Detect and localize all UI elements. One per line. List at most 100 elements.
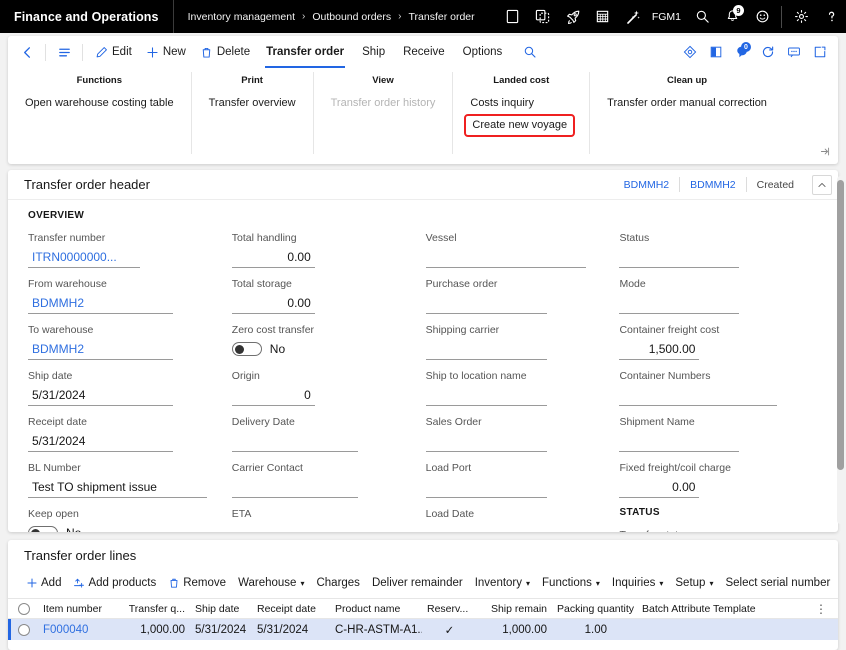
mode-input[interactable]: [619, 292, 739, 314]
ribbon-group-functions-title: Functions: [22, 72, 177, 93]
column-header-transfer-quantity[interactable]: Transfer q...: [120, 603, 190, 615]
column-options-icon[interactable]: ⋮: [815, 602, 838, 616]
sales-order-input[interactable]: [426, 430, 547, 452]
meta-to-warehouse[interactable]: BDMMH2: [680, 179, 746, 191]
open-in-new-window-icon[interactable]: [703, 39, 728, 65]
breadcrumb-item-transfer-order[interactable]: Transfer order: [409, 11, 475, 23]
inquiries-menu-button[interactable]: Inquiries ▾: [606, 571, 669, 595]
hamburger-menu-icon[interactable]: [51, 39, 77, 65]
pin-ribbon-icon[interactable]: [820, 146, 831, 160]
deliver-remainder-button[interactable]: Deliver remainder: [366, 571, 469, 595]
copy-window-icon[interactable]: [528, 0, 558, 33]
new-button[interactable]: New: [139, 39, 193, 65]
search-icon[interactable]: [517, 39, 543, 65]
select-all-checkbox[interactable]: [18, 603, 30, 615]
total-handling-input[interactable]: 0.00: [232, 246, 315, 268]
from-warehouse-input[interactable]: BDMMH2: [28, 292, 173, 314]
popout-icon[interactable]: [807, 39, 832, 65]
ribbon-group-print: Print Transfer overview: [191, 72, 313, 154]
zero-cost-transfer-toggle[interactable]: No: [232, 338, 406, 360]
chevron-up-icon[interactable]: [812, 175, 832, 195]
ribbon-item-transfer-overview[interactable]: Transfer overview: [206, 93, 299, 114]
rocket-icon[interactable]: [558, 0, 588, 33]
tab-ship[interactable]: Ship: [353, 36, 394, 68]
add-button[interactable]: Add: [20, 571, 67, 595]
search-icon[interactable]: [687, 0, 717, 33]
to-warehouse-input[interactable]: BDMMH2: [28, 338, 173, 360]
functions-menu-button[interactable]: Functions ▾: [536, 571, 606, 595]
settings-gear-icon[interactable]: [786, 0, 816, 33]
origin-input[interactable]: 0: [232, 384, 315, 406]
status-input[interactable]: [619, 246, 739, 268]
transfer-number-input[interactable]: ITRN0000000...: [28, 246, 140, 268]
ship-to-location-name-input[interactable]: [426, 384, 547, 406]
tab-transfer-order[interactable]: Transfer order: [257, 36, 353, 68]
field-from-warehouse-label: From warehouse: [28, 277, 212, 292]
shipment-name-input[interactable]: [619, 430, 739, 452]
vessel-input[interactable]: [426, 246, 586, 268]
column-header-reserved[interactable]: Reserv...: [422, 603, 477, 615]
column-header-packing-quantity[interactable]: Packing quantity: [552, 603, 637, 615]
tab-options[interactable]: Options: [454, 36, 512, 68]
column-header-ship-remain[interactable]: Ship remain: [477, 603, 552, 615]
attachments-icon[interactable]: 0: [729, 39, 754, 65]
column-header-product-name[interactable]: Product name: [330, 603, 422, 615]
ship-date-input[interactable]: 5/31/2024: [28, 384, 173, 406]
tablet-icon[interactable]: [498, 0, 528, 33]
container-numbers-input[interactable]: [619, 384, 777, 406]
fixed-freight-coil-charge-input[interactable]: 0.00: [619, 476, 699, 498]
purchase-order-input[interactable]: [426, 292, 547, 314]
field-shipping-carrier-label: Shipping carrier: [426, 323, 600, 338]
select-serial-number-button[interactable]: Select serial number: [719, 571, 836, 595]
magic-wand-icon[interactable]: [618, 0, 648, 33]
warehouse-menu-button[interactable]: Warehouse ▾: [232, 571, 310, 595]
notification-bell-icon[interactable]: 9: [717, 0, 747, 33]
refresh-icon[interactable]: [755, 39, 780, 65]
toggle-switch[interactable]: [28, 526, 58, 532]
column-header-batch-attribute-template[interactable]: Batch Attribute Template: [637, 603, 797, 615]
calculator-icon[interactable]: [588, 0, 618, 33]
attachment-count-badge: 0: [741, 42, 751, 52]
delivery-date-input[interactable]: [232, 430, 358, 452]
meta-from-warehouse[interactable]: BDMMH2: [614, 179, 680, 191]
total-storage-input[interactable]: 0.00: [232, 292, 315, 314]
section-title-overview: OVERVIEW: [28, 210, 212, 225]
column-header-ship-date[interactable]: Ship date: [190, 603, 252, 615]
load-port-input[interactable]: [426, 476, 547, 498]
tab-receive[interactable]: Receive: [394, 36, 454, 68]
carrier-contact-input[interactable]: [232, 476, 358, 498]
column-header-receipt-date[interactable]: Receipt date: [252, 603, 330, 615]
ribbon-item-transfer-order-manual-correction[interactable]: Transfer order manual correction: [604, 93, 770, 114]
user-name-label[interactable]: FGM1: [648, 11, 687, 23]
keep-open-toggle[interactable]: No: [28, 522, 212, 532]
breadcrumb-item-outbound-orders[interactable]: Outbound orders: [312, 11, 391, 23]
bl-number-input[interactable]: Test TO shipment issue: [28, 476, 207, 498]
ribbon-item-costs-inquiry[interactable]: Costs inquiry: [467, 93, 575, 114]
ribbon-item-create-new-voyage[interactable]: Create new voyage: [464, 114, 575, 137]
share-icon[interactable]: [677, 39, 702, 65]
inventory-menu-button[interactable]: Inventory ▾: [469, 571, 536, 595]
add-products-button[interactable]: Add products: [67, 571, 162, 595]
edit-button[interactable]: Edit: [88, 39, 139, 65]
table-row[interactable]: F000040 1,000.00 5/31/2024 5/31/2024 C-H…: [8, 619, 838, 640]
feedback-smiley-icon[interactable]: [747, 0, 777, 33]
chat-icon[interactable]: [781, 39, 806, 65]
ribbon-item-open-warehouse-costing-table[interactable]: Open warehouse costing table: [22, 93, 177, 114]
help-question-icon[interactable]: [816, 0, 846, 33]
remove-button[interactable]: Remove: [162, 571, 232, 595]
receipt-date-input[interactable]: 5/31/2024: [28, 430, 173, 452]
load-date-input[interactable]: [426, 522, 547, 532]
toggle-switch[interactable]: [232, 342, 262, 356]
shipping-carrier-input[interactable]: [426, 338, 547, 360]
eta-input[interactable]: [232, 522, 358, 532]
toggle-knob: [235, 345, 244, 354]
setup-menu-button[interactable]: Setup ▾: [669, 571, 719, 595]
container-freight-cost-input[interactable]: 1,500.00: [619, 338, 699, 360]
vertical-scrollbar-thumb[interactable]: [837, 180, 844, 470]
back-arrow-icon[interactable]: [14, 39, 40, 65]
delete-button[interactable]: Delete: [193, 39, 257, 65]
column-header-item-number[interactable]: Item number: [38, 603, 120, 615]
cell-reserved-checkmark[interactable]: ✓: [422, 623, 477, 637]
charges-button[interactable]: Charges: [310, 571, 365, 595]
breadcrumb-item-inventory-management[interactable]: Inventory management: [188, 11, 295, 23]
